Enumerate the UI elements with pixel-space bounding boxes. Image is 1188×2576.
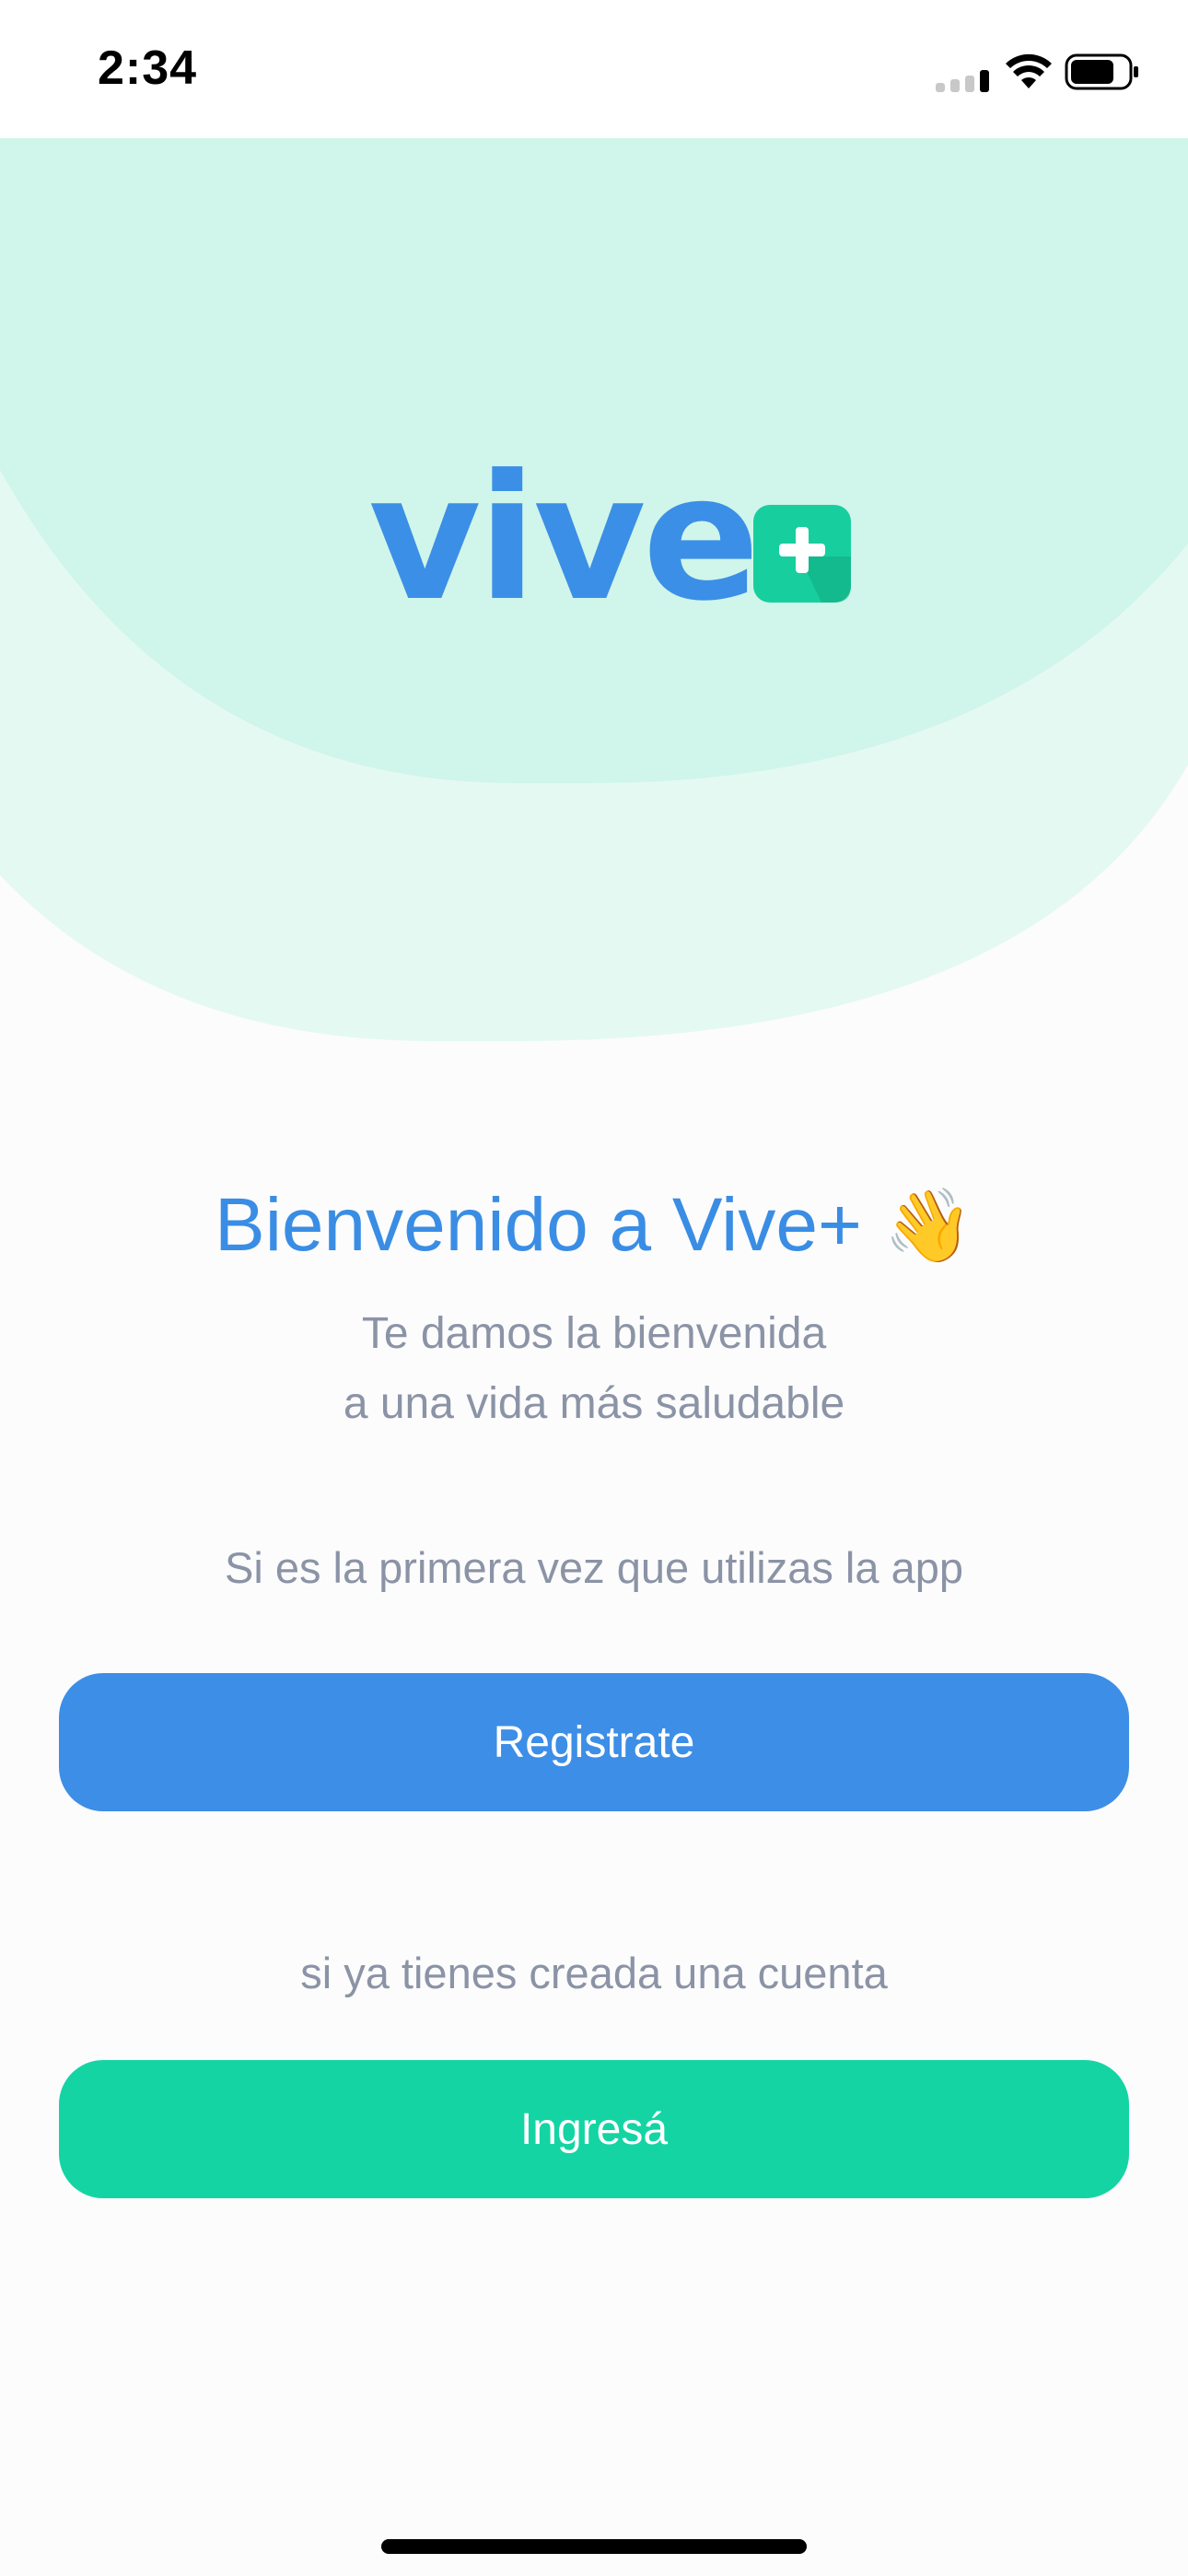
welcome-subtitle: Te damos la bienvenida a una vida más sa… xyxy=(0,1299,1188,1439)
subtitle-line-2: a una vida más saludable xyxy=(343,1379,845,1428)
login-hint: si ya tienes creada una cuenta xyxy=(300,1949,888,1997)
home-indicator xyxy=(381,2539,807,2554)
waving-hand-icon: 👋 xyxy=(883,1185,973,1266)
plus-icon xyxy=(753,505,851,603)
welcome-screen: 2:34 vive Bienvenido a Vive+ 👋 Te damos … xyxy=(0,0,1188,2576)
register-hint: Si es la primera vez que utilizas la app xyxy=(224,1543,963,1592)
status-time: 2:34 xyxy=(98,41,198,95)
battery-icon xyxy=(1065,53,1138,90)
welcome-title: Bienvenido a Vive+ 👋 xyxy=(0,1181,1188,1270)
wifi-icon xyxy=(1006,53,1052,88)
signal-icon xyxy=(936,70,989,92)
logo-wordmark: vive xyxy=(368,438,760,639)
subtitle-line-1: Te damos la bienvenida xyxy=(361,1309,827,1358)
status-bar: 2:34 xyxy=(0,0,1188,138)
vive-plus-logo: vive xyxy=(368,438,856,639)
welcome-title-text: Bienvenido a Vive+ xyxy=(215,1183,862,1267)
register-button[interactable]: Registrate xyxy=(59,1673,1129,1811)
login-button[interactable]: Ingresá xyxy=(59,2060,1129,2198)
